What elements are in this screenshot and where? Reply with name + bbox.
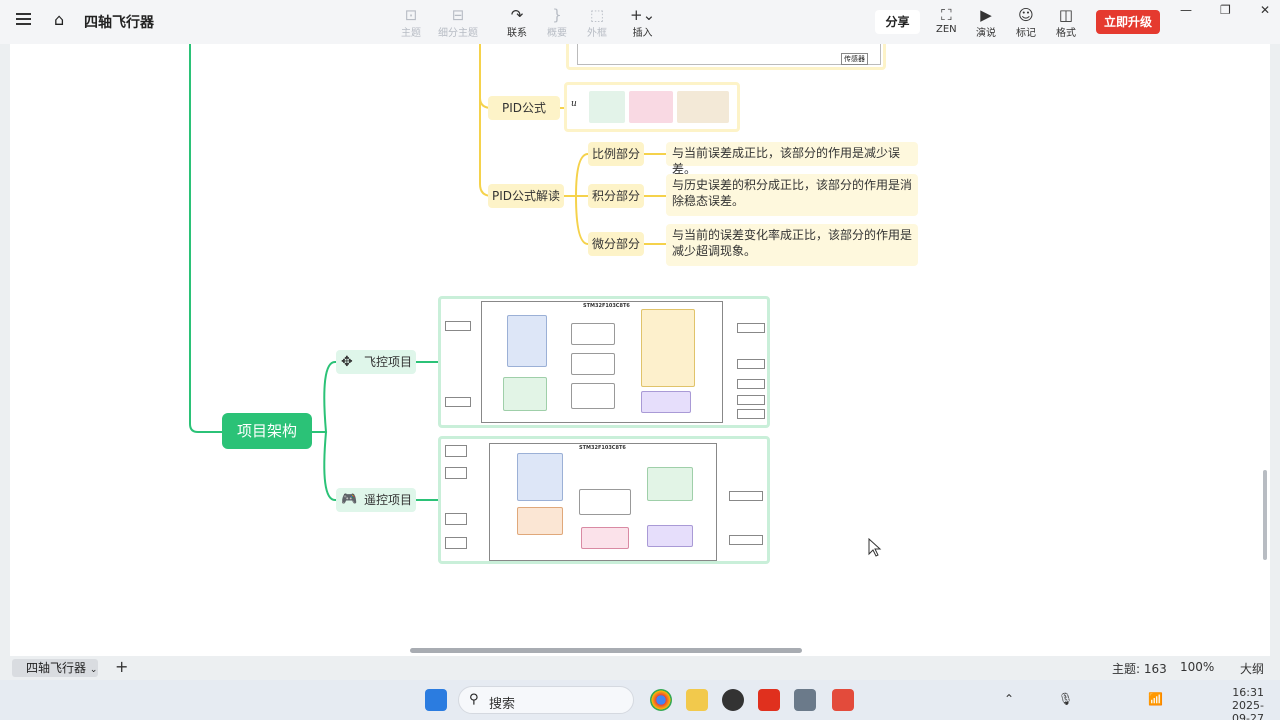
windows-start-icon[interactable] [425,689,447,711]
chevron-down-icon: ⌄ [89,665,98,675]
summary-icon: } [552,6,562,24]
add-sheet-button[interactable]: + [115,657,128,676]
taskbar-search[interactable]: ⚲ 搜索 [458,686,634,714]
document-title: 四轴飞行器 [84,15,154,31]
restore-icon[interactable]: ❐ [1220,3,1231,17]
home-icon[interactable]: ⌂ [54,10,64,29]
insert-icon: +⌄ [630,6,656,24]
root-node[interactable]: 项目架构 [222,413,312,449]
drone-icon: ✥ [341,354,353,370]
pitch-button[interactable]: ▶ 演说 [976,6,996,39]
app-icon[interactable] [722,689,744,711]
mindmap-canvas[interactable]: 传感器 PID公式 u PID公式解读 比例部分 与当前误差成正比，该部分的作用… [10,44,1270,656]
insert-button[interactable]: +⌄ 插入 [630,6,655,39]
summary-button[interactable]: } 概要 [547,6,567,39]
pid-formula-node[interactable]: PID公式 [488,96,560,120]
sensor-label: 传感器 [841,53,868,65]
horizontal-scrollbar[interactable] [410,648,802,653]
wifi-icon[interactable]: 📶 [1148,692,1163,706]
derivative-node[interactable]: 微分部分 [588,232,644,256]
xmind-icon[interactable] [832,689,854,711]
boundary-button[interactable]: ⬚ 外框 [587,6,607,39]
close-icon[interactable]: ✕ [1260,3,1270,17]
wps-icon[interactable] [758,689,780,711]
subtopic-icon: ⊟ [451,6,465,24]
pid-explain-node[interactable]: PID公式解读 [488,184,564,208]
marker-icon: ☺ [1018,6,1034,24]
flight-architecture-image[interactable]: STM32F103C8T6 [438,296,770,428]
flight-chip-label: STM32F103C8T6 [583,303,630,309]
clock[interactable]: 16:31 2025-09-27 [1216,686,1264,720]
os-taskbar: ⚲ 搜索 ⌃ 🎙 📶 16:31 2025-09-27 [0,680,1280,720]
share-button[interactable]: 分享 [875,10,920,34]
integral-text[interactable]: 与历史误差的积分成正比，该部分的作用是消除稳态误差。 [666,174,918,216]
format-icon: ◫ [1058,6,1074,24]
relationship-icon: ↷ [510,6,524,24]
proportional-node[interactable]: 比例部分 [588,142,644,166]
topic-count: 主题: 163 [1112,662,1167,676]
tray-chevron-icon[interactable]: ⌃ [1004,692,1014,706]
remote-chip-label: STM32F103C8T6 [579,445,626,451]
camera-icon[interactable] [794,689,816,711]
minimize-icon[interactable]: — [1180,3,1192,17]
derivative-text[interactable]: 与当前的误差变化率成正比，该部分的作用是减少超调现象。 [666,224,918,266]
marker-button[interactable]: ☺ 标记 [1016,6,1036,39]
zen-button[interactable]: ⛶ ZEN [936,6,957,35]
pid-formula-image[interactable]: u [564,82,740,132]
menu-icon[interactable] [16,13,31,25]
formula-u: u [571,99,577,109]
pitch-icon: ▶ [980,6,992,24]
proportional-text[interactable]: 与当前误差成正比，该部分的作用是减少误差。 [666,142,918,176]
top-toolbar: ⌂ 四轴飞行器 ⊡ 主题 ⊟ 细分主题 ↷ 联系 } 概要 ⬚ 外框 +⌄ 插入 分享 ⛶ Z… [0,0,1280,44]
gamepad-icon: 🎮 [341,492,358,507]
sheet-bar: 四轴飞行器 ⌄ + 主题: 163 100% 大纲 [0,656,1280,680]
sensor-diagram-image[interactable]: 传感器 [566,44,886,70]
chrome-icon[interactable] [650,689,672,711]
subtopic-button[interactable]: ⊟ 细分主题 [438,6,478,39]
upgrade-button[interactable]: 立即升级 [1096,10,1160,34]
integral-node[interactable]: 积分部分 [588,184,644,208]
topic-button[interactable]: ⊡ 主题 [401,6,421,39]
remote-architecture-image[interactable]: STM32F103C8T6 [438,436,770,564]
relationship-button[interactable]: ↷ 联系 [507,6,527,39]
microphone-icon[interactable]: 🎙 [1058,692,1073,706]
outline-button[interactable]: 大纲 [1240,660,1264,677]
zen-icon: ⛶ [941,6,952,24]
search-icon: ⚲ [469,692,479,707]
topic-icon: ⊡ [404,6,418,24]
format-button[interactable]: ◫ 格式 [1056,6,1076,39]
flight-control-node[interactable]: ✥ 飞控项目 [336,350,416,374]
mouse-cursor-icon [868,538,882,557]
zoom-level[interactable]: 100% [1180,660,1214,674]
sheet-tab[interactable]: 四轴飞行器 ⌄ [12,659,98,677]
file-explorer-icon[interactable] [686,689,708,711]
boundary-icon: ⬚ [589,6,605,24]
vertical-scrollbar[interactable] [1263,470,1267,560]
remote-control-node[interactable]: 🎮 遥控项目 [336,488,416,512]
